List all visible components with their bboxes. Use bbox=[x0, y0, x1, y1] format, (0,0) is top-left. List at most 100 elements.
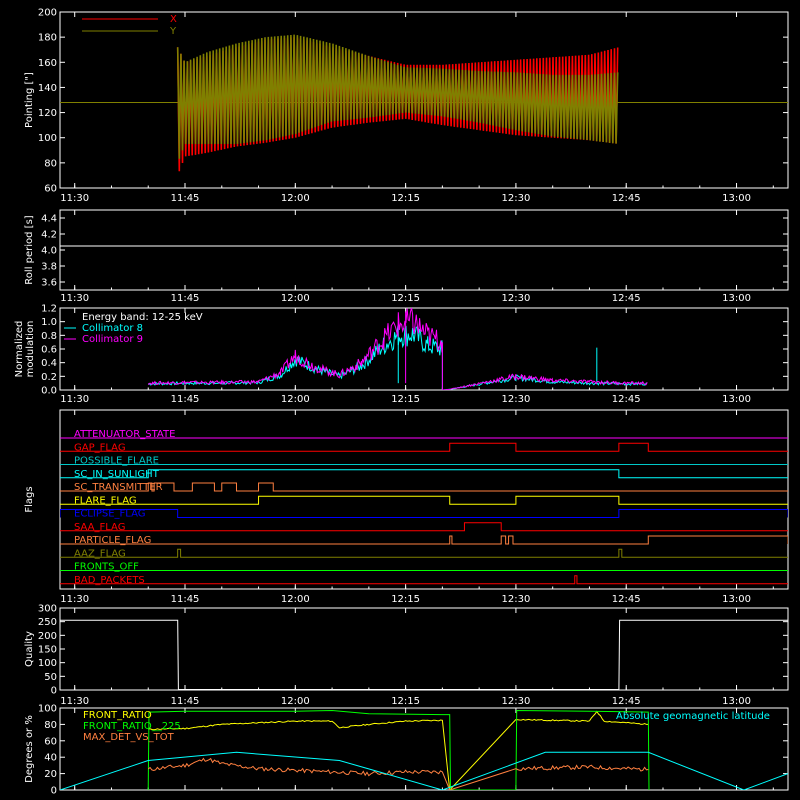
flag-label: SAA_FLAG bbox=[74, 522, 125, 533]
y-tick-label: 0.2 bbox=[41, 372, 57, 383]
y-tick-label: 120 bbox=[38, 108, 57, 119]
legend-label: X bbox=[170, 14, 177, 25]
series-line bbox=[60, 619, 788, 690]
x-tick-label: 11:30 bbox=[60, 594, 89, 605]
y-tick-label: 0.8 bbox=[41, 331, 57, 342]
x-tick-label: 12:30 bbox=[502, 193, 531, 204]
y-tick-label: 100 bbox=[38, 658, 57, 669]
y-tick-label: 40 bbox=[44, 753, 57, 764]
flag-label: BAD_PACKETS bbox=[74, 575, 145, 586]
y-tick-label: 140 bbox=[38, 83, 57, 94]
data-layer bbox=[60, 437, 788, 585]
legend-label: Energy band: 12-25 keV bbox=[82, 312, 203, 323]
x-tick-label: 13:00 bbox=[722, 293, 751, 304]
y-tick-label: 3.6 bbox=[41, 278, 57, 289]
flag-line bbox=[60, 442, 788, 452]
panel-5: 11:30 11:45 12:00 12:15 12:30 12:45 13:00 0 50 10… bbox=[24, 604, 789, 707]
y-tick-label: 150 bbox=[38, 645, 57, 656]
x-tick-label: 12:45 bbox=[612, 293, 641, 304]
series-line bbox=[148, 710, 649, 790]
x-tick-label: 12:45 bbox=[612, 193, 641, 204]
x-tick-label: 12:45 bbox=[612, 394, 641, 405]
x-tick-label: 11:45 bbox=[171, 193, 200, 204]
x-tick-label: 13:00 bbox=[722, 696, 751, 707]
y-tick-label: 80 bbox=[44, 720, 57, 731]
legend-label: Absolute geomagnetic latitude bbox=[616, 711, 770, 722]
y-tick-label: 200 bbox=[38, 8, 57, 19]
y-tick-label: 60 bbox=[44, 736, 57, 747]
legend-label: FRONT_RATIO__225 bbox=[83, 721, 181, 732]
legend-label: MAX_DET_VS_TOT bbox=[83, 732, 175, 743]
flag-label: GAP_FLAG bbox=[74, 442, 126, 453]
y-axis-label: Normalized bbox=[14, 321, 25, 378]
y-tick-label: 200 bbox=[38, 631, 57, 642]
x-tick-label: 13:00 bbox=[722, 394, 751, 405]
flag-line bbox=[60, 482, 788, 492]
x-tick-label: 11:30 bbox=[60, 696, 89, 707]
panel-3: 11:30 11:45 12:00 12:15 12:30 12:45 13:00 0.0 0.… bbox=[14, 304, 789, 405]
flag-line bbox=[60, 575, 788, 585]
x-tick-label: 12:00 bbox=[281, 394, 310, 405]
x-tick-label: 11:30 bbox=[60, 193, 89, 204]
legend-label: Collimator 9 bbox=[82, 334, 143, 345]
panel-4: 11:30 11:45 12:00 12:15 12:30 12:45 13:00 Flags… bbox=[24, 409, 789, 605]
x-tick-label: 12:15 bbox=[391, 696, 420, 707]
y-tick-label: 100 bbox=[38, 133, 57, 144]
y-tick-label: 0.6 bbox=[41, 345, 57, 356]
flag-label: SC_IN_SUNLIGHT bbox=[74, 469, 160, 480]
flag-label: FLARE_FLAG bbox=[74, 495, 137, 506]
x-tick-label: 11:30 bbox=[60, 394, 89, 405]
x-tick-label: 12:30 bbox=[502, 394, 531, 405]
y-tick-label: 300 bbox=[38, 604, 57, 615]
flag-label: SC_TRANSMITTER bbox=[74, 482, 163, 493]
x-tick-label: 12:15 bbox=[391, 594, 420, 605]
panel-2: 11:30 11:45 12:00 12:15 12:30 12:45 13:00 3.6 3.… bbox=[24, 209, 789, 304]
legend-label: FRONT_RATIO bbox=[83, 710, 152, 721]
x-tick-label: 11:45 bbox=[171, 594, 200, 605]
x-tick-label: 12:45 bbox=[612, 594, 641, 605]
x-tick-label: 11:45 bbox=[171, 394, 200, 405]
panel-1: 11:30 11:45 12:00 12:15 12:30 12:45 13:00 60 80 1… bbox=[24, 8, 789, 204]
x-tick-label: 12:00 bbox=[281, 594, 310, 605]
y-tick-label: 20 bbox=[44, 769, 57, 780]
x-tick-label: 12:15 bbox=[391, 193, 420, 204]
y-tick-label: 180 bbox=[38, 33, 57, 44]
y-axis-label: modulation bbox=[25, 321, 36, 378]
x-tick-label: 13:00 bbox=[722, 594, 751, 605]
y-tick-label: 4.0 bbox=[41, 246, 57, 257]
flag-label: ECLIPSE_FLAG bbox=[74, 509, 145, 520]
x-tick-label: 12:45 bbox=[612, 696, 641, 707]
x-tick-label: 13:00 bbox=[722, 193, 751, 204]
flag-label: POSSIBLE_FLARE bbox=[74, 456, 159, 467]
flag-line bbox=[60, 495, 788, 505]
data-layer bbox=[60, 34, 788, 172]
y-tick-label: 0 bbox=[51, 786, 57, 797]
y-axis-label: Roll period [s] bbox=[24, 215, 35, 284]
y-tick-label: 1.0 bbox=[41, 317, 57, 328]
flag-label: FRONTS_OFF bbox=[74, 562, 139, 573]
data-layer bbox=[60, 619, 788, 690]
y-tick-label: 3.8 bbox=[41, 262, 57, 273]
series-collimator-9 bbox=[147, 308, 648, 390]
y-tick-label: 250 bbox=[38, 617, 57, 628]
legend-label: Collimator 8 bbox=[82, 323, 143, 334]
x-tick-label: 12:00 bbox=[281, 193, 310, 204]
x-tick-label: 12:15 bbox=[391, 394, 420, 405]
panel-6: 0 20 40 60 80 100Degrees or % FRONT_RATIOFRONT… bbox=[24, 704, 789, 797]
series-line bbox=[60, 751, 788, 790]
y-tick-label: 4.2 bbox=[41, 230, 57, 241]
x-tick-label: 12:15 bbox=[391, 293, 420, 304]
legend-label: Y bbox=[169, 26, 177, 37]
flag-label: PARTICLE_FLAG bbox=[74, 535, 151, 546]
flag-line bbox=[60, 522, 788, 532]
x-tick-label: 12:30 bbox=[502, 293, 531, 304]
x-tick-label: 11:30 bbox=[60, 293, 89, 304]
x-tick-label: 12:30 bbox=[502, 594, 531, 605]
figure: 11:30 11:45 12:00 12:15 12:30 12:45 13:00 60 80 1… bbox=[14, 8, 789, 797]
y-tick-label: 160 bbox=[38, 58, 57, 69]
y-tick-label: 0.0 bbox=[41, 386, 57, 397]
y-tick-label: 1.2 bbox=[41, 304, 57, 315]
flag-line bbox=[60, 509, 788, 518]
flag-label: ATTENUATOR_STATE bbox=[74, 429, 175, 440]
x-tick-label: 11:45 bbox=[171, 293, 200, 304]
